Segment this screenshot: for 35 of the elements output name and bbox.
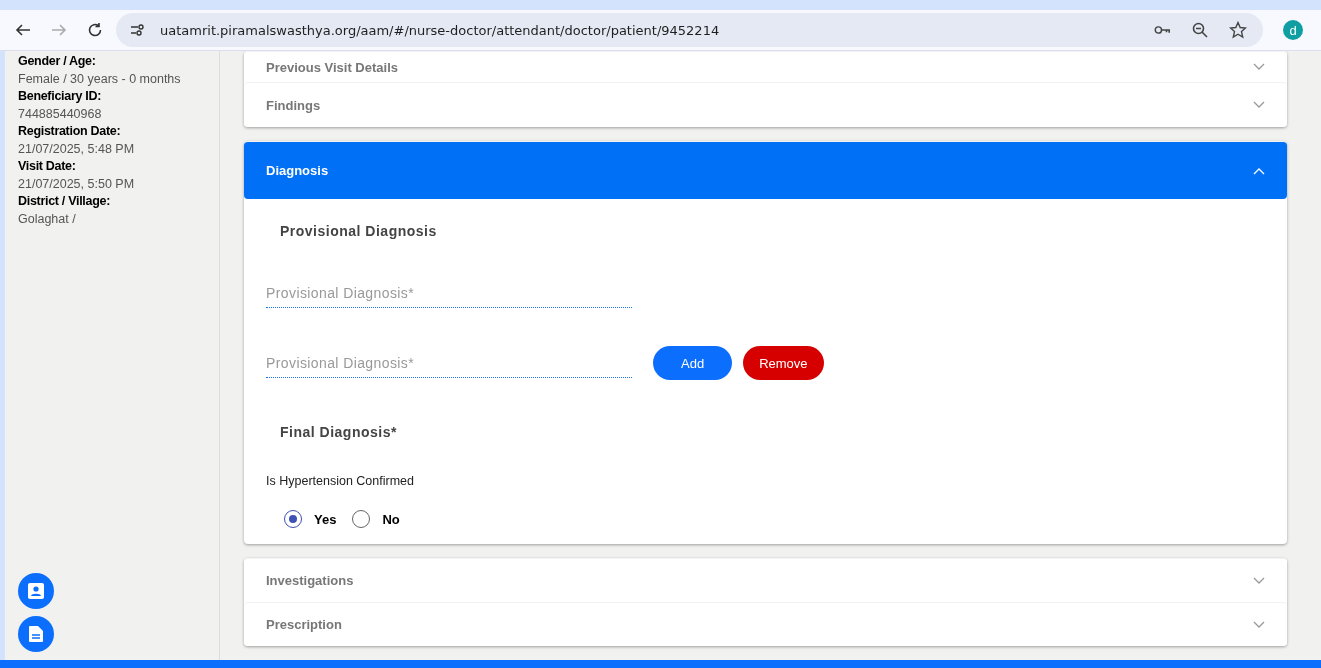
info-label: District / Village: — [18, 194, 112, 208]
chevron-down-icon[interactable] — [1253, 620, 1265, 629]
section-header[interactable]: Prescription — [244, 602, 1287, 646]
info-value: Female / 30 years - 0 months — [18, 72, 182, 86]
info-label: Visit Date: — [18, 159, 77, 173]
chevron-up-icon[interactable] — [1253, 166, 1265, 175]
contact-card-icon — [27, 582, 45, 600]
profile-button[interactable] — [18, 573, 54, 609]
radio-label[interactable]: Yes — [314, 511, 337, 527]
info-value: 21/07/2025, 5:50 PM — [18, 177, 136, 191]
info-label: Gender / Age: — [18, 54, 97, 68]
section-subheading: Final Diagnosis* — [279, 424, 398, 440]
info-value: Golaghat / — [18, 212, 77, 226]
info-value: 744885440968 — [18, 107, 103, 121]
address-bar[interactable]: uatamrit.piramalswasthya.org/aam/#/nurse-doctor/attendant/doctor/patient/9452214 — [116, 13, 1263, 47]
chevron-down-icon[interactable] — [1253, 63, 1265, 71]
question-label: Is Hypertension Confirmed — [266, 474, 415, 488]
info-label: Beneficiary ID: — [18, 89, 103, 103]
section-header[interactable]: Findings — [244, 82, 1287, 127]
profile-avatar[interactable]: d — [1283, 20, 1303, 40]
chevron-down-icon[interactable] — [1253, 576, 1265, 585]
diagnosis-input[interactable]: Provisional Diagnosis* — [266, 348, 632, 378]
radio-label[interactable]: No — [382, 511, 400, 527]
document-button[interactable] — [18, 616, 54, 652]
chevron-down-icon[interactable] — [1253, 101, 1265, 109]
document-icon — [28, 625, 44, 643]
diagnosis-input[interactable]: Provisional Diagnosis* — [266, 279, 632, 308]
remove-button[interactable]: Remove — [743, 346, 824, 380]
add-button[interactable]: Add — [653, 346, 733, 380]
info-value: 21/07/2025, 5:48 PM — [18, 142, 136, 156]
info-label: Registration Date: — [18, 124, 122, 138]
section-header[interactable]: Previous Visit Details — [244, 51, 1287, 82]
section-subheading: Provisional Diagnosis — [279, 223, 438, 239]
section-header[interactable]: Investigations — [244, 558, 1287, 602]
section-header[interactable]: Diagnosis — [244, 141, 1287, 199]
